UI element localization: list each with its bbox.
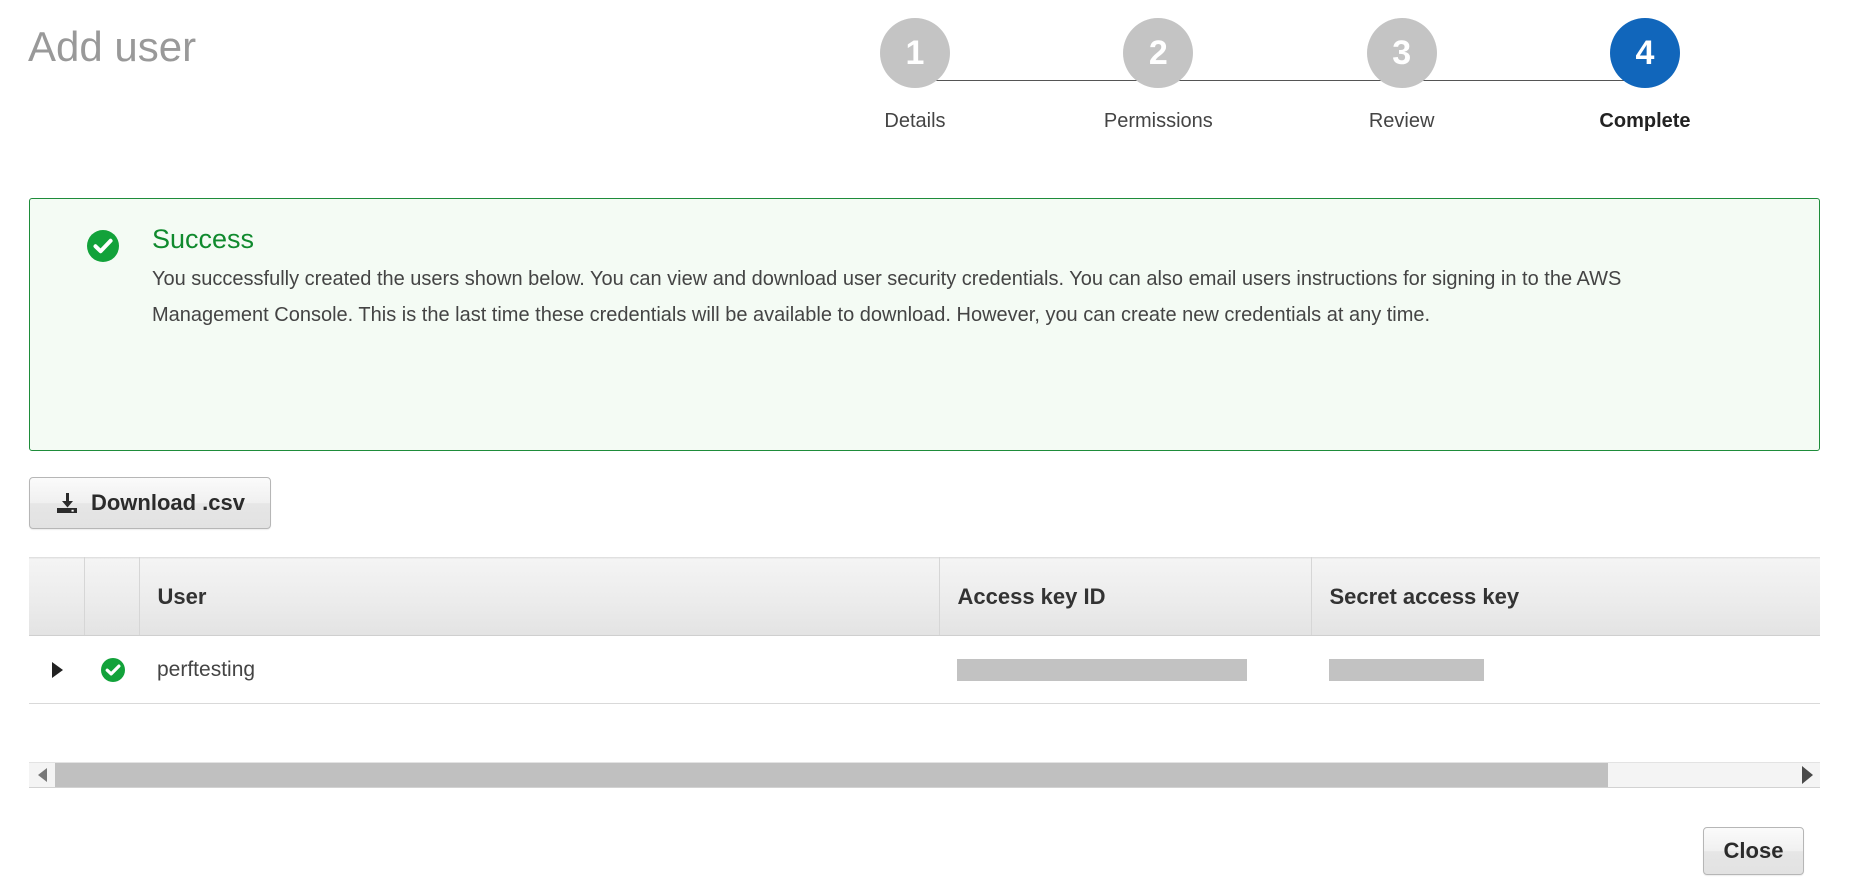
step-label-review: Review — [1368, 110, 1435, 132]
download-csv-label: Download .csv — [90, 490, 246, 515]
row-secret-access-key-cell — [1311, 635, 1820, 704]
step-label-permissions: Permissions — [1103, 110, 1213, 132]
step-review[interactable]: 3 Review — [1307, 18, 1497, 168]
table-header-row: User Access key ID Secret access key — [29, 557, 1820, 636]
table-header: User Access key ID Secret access key — [29, 557, 1820, 636]
step-details[interactable]: 1 Details — [820, 18, 1010, 168]
credentials-table: User Access key ID Secret access key per… — [29, 557, 1820, 704]
step-number-3: 3 — [1366, 18, 1437, 88]
step-number-4: 4 — [1609, 18, 1680, 88]
download-csv-button[interactable]: Download .csv — [29, 477, 271, 529]
secret-access-key-redaction — [1329, 658, 1484, 681]
scrollbar-track[interactable] — [55, 763, 1794, 787]
step-label-complete: Complete — [1599, 110, 1691, 132]
row-access-key-id-cell — [939, 635, 1311, 704]
column-header-user[interactable]: User — [139, 557, 940, 636]
step-complete[interactable]: 4 Complete — [1550, 18, 1740, 168]
table-body: perftesting — [29, 635, 1820, 704]
horizontal-scrollbar[interactable] — [29, 762, 1820, 788]
arrow-right-icon[interactable] — [1794, 763, 1820, 787]
success-alert: Success You successfully created the use… — [29, 198, 1820, 451]
column-header-expand — [29, 557, 85, 636]
column-header-status — [84, 557, 140, 636]
credentials-table-container: User Access key ID Secret access key per… — [29, 557, 1820, 704]
row-status-cell — [84, 635, 139, 704]
access-key-id-redaction — [957, 658, 1247, 681]
page-title: Add user — [28, 23, 197, 70]
step-label-details: Details — [884, 110, 946, 132]
check-circle-icon — [100, 657, 126, 683]
page-header: Add user 1 Details 2 Permissions 3 Revie… — [0, 0, 1849, 180]
success-alert-title: Success — [152, 224, 255, 254]
scrollbar-thumb[interactable] — [55, 763, 1608, 787]
success-alert-message: You successfully created the users shown… — [152, 268, 1622, 326]
row-user-cell: perftesting — [139, 635, 939, 704]
step-number-1: 1 — [880, 18, 950, 88]
download-icon — [55, 491, 79, 515]
caret-right-icon[interactable] — [52, 661, 63, 678]
step-permissions[interactable]: 2 Permissions — [1063, 18, 1253, 168]
close-button[interactable]: Close — [1703, 827, 1804, 875]
row-expand-cell[interactable] — [29, 635, 84, 704]
check-circle-icon — [86, 229, 120, 263]
table-row[interactable]: perftesting — [29, 635, 1820, 704]
column-header-access-key-id[interactable]: Access key ID — [939, 557, 1312, 636]
step-number-2: 2 — [1123, 18, 1194, 88]
column-header-secret-access-key[interactable]: Secret access key — [1311, 557, 1820, 636]
arrow-left-icon[interactable] — [29, 763, 55, 787]
wizard-stepper: 1 Details 2 Permissions 3 Review 4 Compl… — [820, 18, 1740, 168]
